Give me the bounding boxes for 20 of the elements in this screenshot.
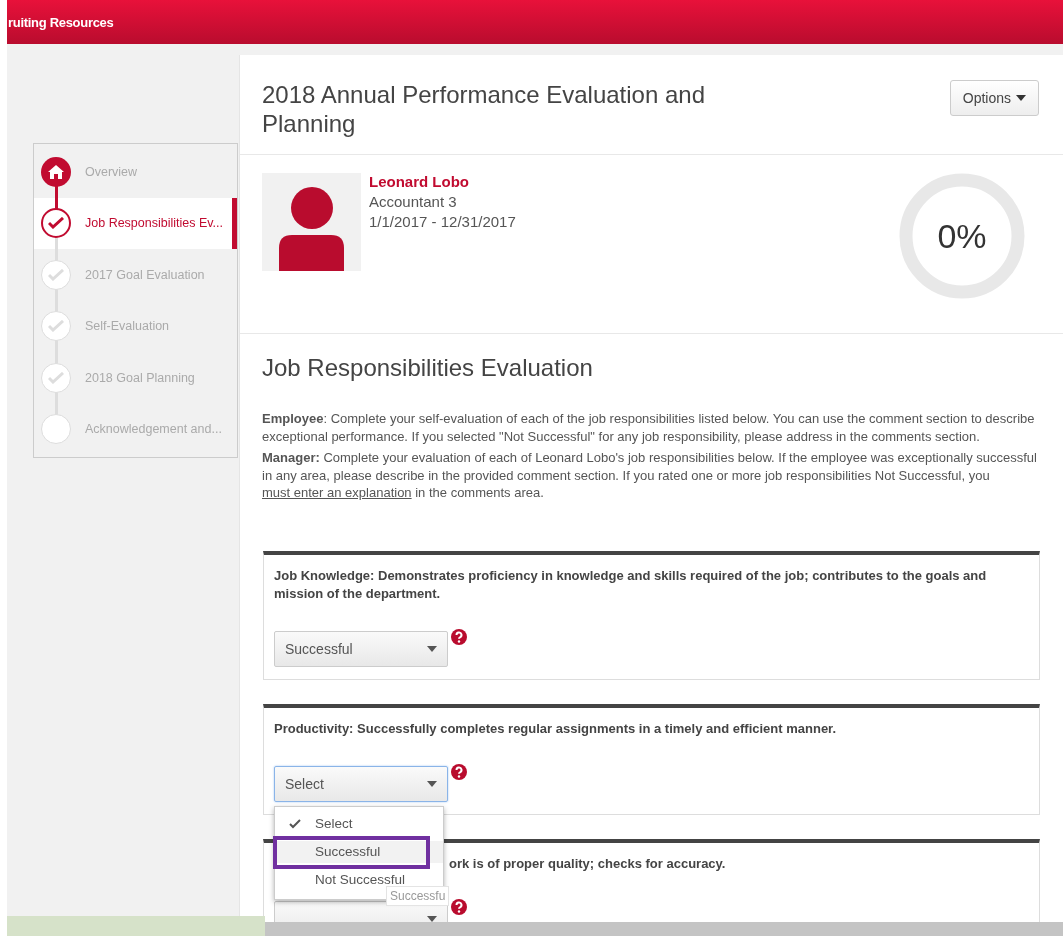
- dropdown-option[interactable]: Select: [275, 812, 443, 835]
- step-item[interactable]: Job Responsibilities Ev...: [34, 197, 237, 249]
- section-title: Job Responsibilities Evaluation: [261, 353, 594, 382]
- explanation-link[interactable]: must enter an explanation: [262, 485, 412, 500]
- tooltip: Successfu: [386, 885, 450, 906]
- employee-name: Leonard Lobo: [369, 173, 470, 190]
- app-title: ruiting Resources: [7, 14, 114, 30]
- employee-instructions: Employee: Complete your self-evaluation of each of the job responsibilities listed below. You can use the comment section to describe exceptional performance. If you selected "Not Successful" for any job responsibility, please address in the comments section.: [262, 410, 1036, 445]
- responsibility-question: Productivity: Successfully completes regular assignments in a timely and efficient manner.: [274, 719, 838, 738]
- rating-dropdown[interactable]: Select: [274, 765, 448, 802]
- page-title: 2018 Annual Performance Evaluation and Planning: [262, 80, 706, 138]
- progress-percent: 0%: [937, 216, 987, 256]
- responsibility-question: Job Knowledge: Demonstrates proficiency in knowledge and skills required of the job; contributes to the goals and mission of the department.: [274, 566, 988, 603]
- responsibility-question: ork is of proper quality; checks for accuracy.: [449, 854, 727, 873]
- rating-dropdown[interactable]: Successful: [274, 630, 448, 667]
- job-title: Accountant 3: [369, 193, 458, 210]
- options-button[interactable]: Options: [949, 80, 1039, 116]
- dropdown-option[interactable]: Successful: [275, 840, 443, 863]
- review-period: 1/1/2017 - 12/31/2017: [369, 213, 517, 230]
- manager-instructions: Manager: Complete your evaluation of each of Leonard Lobo's job responsibilities below. If the employee was exceptionally successful in any area, please describe in the provided comment section. If you rated one or more job responsibilities Not Successful, you must enter an explanation in the comments area.: [262, 449, 1038, 502]
